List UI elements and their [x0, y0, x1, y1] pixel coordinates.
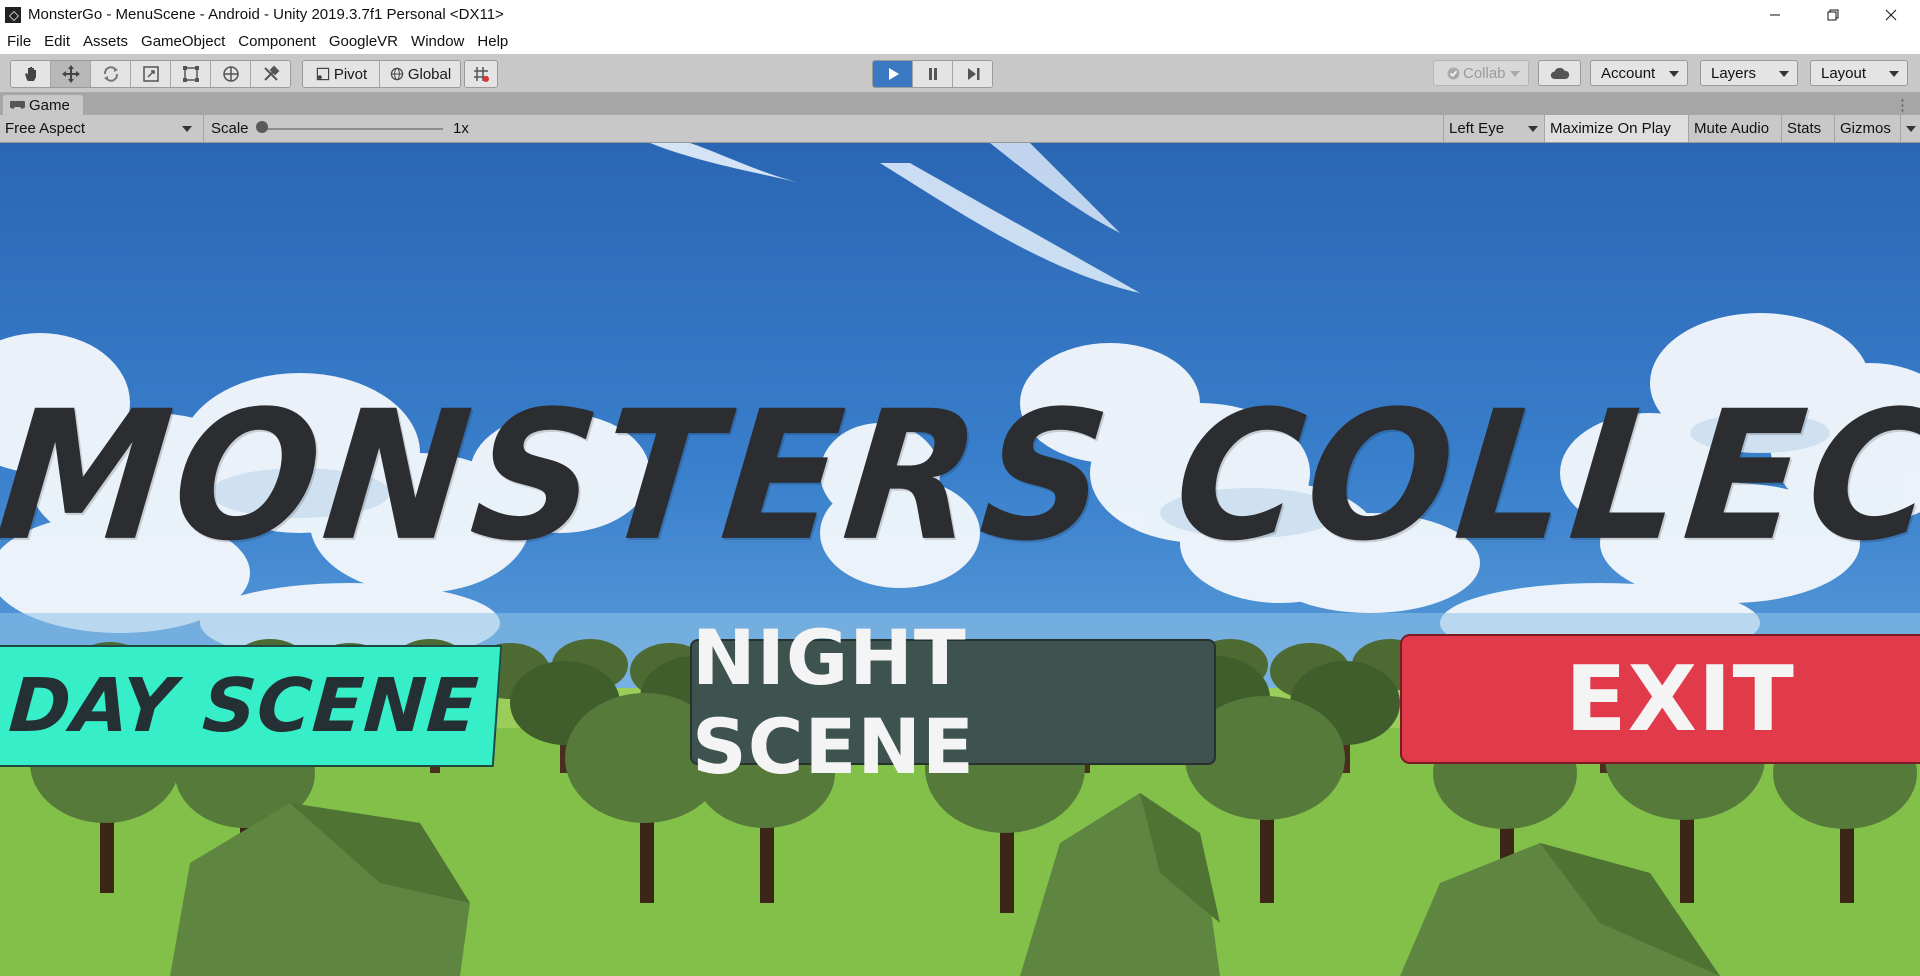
maximize-on-play-toggle[interactable]: Maximize On Play [1544, 115, 1688, 142]
menu-bar: File Edit Assets GameObject Component Go… [0, 29, 1920, 54]
chevron-down-icon [1528, 126, 1538, 132]
collab-label: Collab [1463, 64, 1506, 82]
menu-component[interactable]: Component [232, 33, 322, 50]
layers-dropdown[interactable]: Layers [1700, 60, 1798, 86]
rotate-tool-icon [103, 66, 118, 82]
scale-slider-track[interactable] [263, 128, 443, 130]
pause-icon [928, 68, 937, 80]
custom-tool-icon [263, 65, 279, 81]
window-controls [1746, 0, 1920, 29]
exit-button[interactable]: EXIT [1400, 634, 1920, 764]
global-label: Global [407, 65, 452, 83]
gamepad-icon [10, 100, 25, 109]
step-icon [967, 68, 979, 80]
chevron-down-icon [1510, 71, 1520, 77]
tab-game[interactable]: Game [3, 95, 83, 115]
restore-icon [1827, 9, 1839, 20]
custom-tool-button[interactable] [251, 61, 290, 87]
stats-label: Stats [1787, 120, 1822, 137]
globe-icon [390, 67, 404, 81]
pause-button[interactable] [913, 61, 953, 87]
rect-tool-icon [182, 66, 199, 82]
eye-dropdown[interactable]: Left Eye [1443, 115, 1544, 142]
minimize-icon [1770, 14, 1780, 15]
cloud-icon [1550, 67, 1569, 79]
transform-tool-icon [222, 66, 239, 82]
snap-group [464, 60, 498, 88]
layout-dropdown[interactable]: Layout [1810, 60, 1908, 86]
mute-label: Mute Audio [1694, 120, 1770, 137]
rotate-tool-button[interactable] [91, 61, 131, 87]
cloud-button[interactable] [1538, 60, 1581, 86]
scale-tool-icon [142, 66, 159, 82]
pivot-toggle[interactable]: Pivot [303, 61, 380, 87]
menu-help[interactable]: Help [471, 33, 514, 50]
global-toggle[interactable]: Global [380, 61, 460, 87]
menu-assets[interactable]: Assets [77, 33, 134, 50]
tab-menu-icon[interactable]: ⋮ [1895, 96, 1910, 114]
chevron-down-icon [182, 126, 192, 132]
hand-tool-icon [24, 67, 36, 81]
game-view-toolbar: Free Aspect Scale 1x Left Eye Maximize O… [0, 115, 1920, 143]
game-tab-label: Game [29, 96, 70, 114]
minimize-button[interactable] [1746, 0, 1804, 29]
transform-tool-button[interactable] [211, 61, 251, 87]
unity-logo-icon [5, 6, 21, 23]
scale-value: 1x [453, 120, 469, 137]
window-title-bar: MonsterGo - MenuScene - Android - Unity … [0, 0, 1920, 29]
maximize-label: Maximize On Play [1550, 120, 1671, 137]
play-button[interactable] [873, 61, 913, 87]
day-scene-button[interactable]: DAY SCENE [0, 645, 503, 767]
eye-label: Left Eye [1449, 120, 1505, 137]
handle-toggles: Pivot Global [302, 60, 461, 88]
collab-dropdown[interactable]: Collab [1433, 60, 1529, 86]
hand-tool-button[interactable] [11, 61, 51, 87]
gizmos-label: Gizmos [1840, 120, 1891, 137]
gizmos-dropdown[interactable] [1900, 115, 1920, 142]
move-tool-button[interactable] [51, 61, 91, 87]
close-icon [1885, 9, 1897, 20]
aspect-dropdown[interactable]: Free Aspect [0, 115, 198, 142]
restore-button[interactable] [1804, 0, 1862, 29]
menu-gameobject[interactable]: GameObject [135, 33, 231, 50]
stats-toggle[interactable]: Stats [1781, 115, 1834, 142]
grid-snap-button[interactable] [465, 61, 497, 87]
grid-snap-icon [474, 67, 489, 82]
game-title: MONSTERS COLLECTER [0, 373, 1920, 581]
menu-window[interactable]: Window [405, 33, 470, 50]
aspect-label: Free Aspect [5, 120, 86, 137]
chevron-down-icon [1779, 71, 1789, 77]
scale-label: Scale [211, 120, 249, 137]
account-dropdown[interactable]: Account [1590, 60, 1688, 86]
mute-audio-toggle[interactable]: Mute Audio [1688, 115, 1781, 142]
layout-label: Layout [1821, 64, 1867, 82]
night-scene-button[interactable]: NIGHT SCENE [690, 613, 1216, 791]
layers-label: Layers [1711, 64, 1757, 82]
move-tool-icon [61, 65, 80, 83]
chevron-down-icon [1669, 71, 1679, 77]
playmode-controls [872, 60, 993, 88]
close-button[interactable] [1862, 0, 1920, 29]
game-tab-strip: Game ⋮ [0, 93, 1920, 115]
game-view[interactable]: MONSTERS COLLECTER DAY SCENE NIGHT SCENE… [0, 143, 1920, 976]
step-button[interactable] [953, 61, 992, 87]
gizmos-toggle[interactable]: Gizmos [1834, 115, 1900, 142]
menu-googlevr[interactable]: GoogleVR [323, 33, 404, 50]
main-toolbar: Pivot Global Collab Account Layers Layou… [0, 54, 1920, 93]
chevron-down-icon [1889, 71, 1899, 77]
transform-tools [10, 60, 291, 88]
chevron-down-icon [1906, 125, 1916, 132]
pivot-label: Pivot [333, 65, 368, 83]
scale-slider-knob[interactable] [256, 121, 268, 133]
menu-edit[interactable]: Edit [38, 33, 76, 50]
rect-tool-button[interactable] [171, 61, 211, 87]
check-icon [1447, 67, 1460, 79]
window-title: MonsterGo - MenuScene - Android - Unity … [28, 6, 504, 23]
scale-tool-button[interactable] [131, 61, 171, 87]
pivot-icon [316, 67, 330, 81]
play-icon [888, 68, 899, 80]
menu-file[interactable]: File [1, 33, 37, 50]
account-label: Account [1601, 64, 1656, 82]
